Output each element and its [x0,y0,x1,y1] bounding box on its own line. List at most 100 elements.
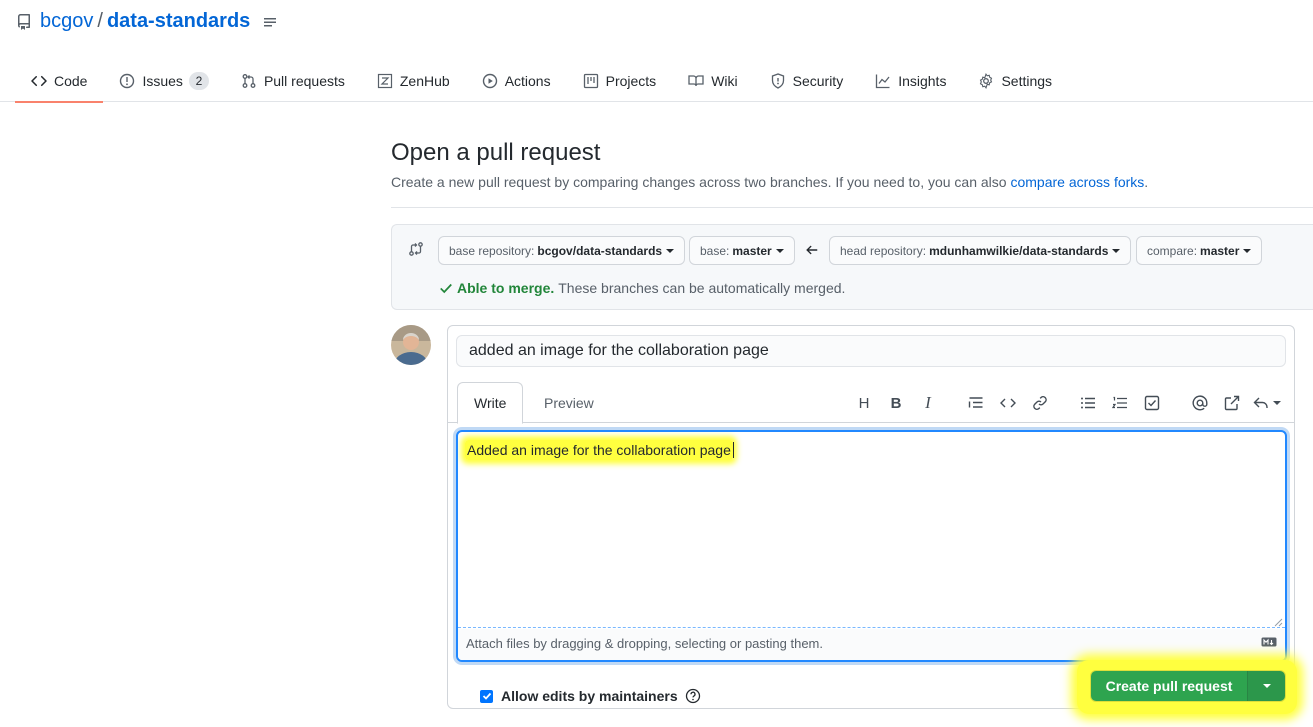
compare-icon [409,242,423,256]
compare-branch-value: master [1200,243,1240,258]
comment-body-field[interactable]: Added an image for the collaboration pag… [456,430,1287,662]
title-input[interactable] [456,335,1286,367]
shield-icon [771,73,784,89]
base-branch-select[interactable]: base: master [689,236,795,265]
base-branch-label: base: [700,243,730,258]
reference-button[interactable] [1216,390,1248,416]
mention-icon [1192,395,1208,411]
tab-write[interactable]: Write [457,382,524,424]
book-icon [688,75,704,87]
link-button[interactable] [1024,390,1056,416]
task-list-icon [1144,395,1160,411]
repo-separator: / [97,10,103,32]
zenhub-icon [377,73,392,89]
head-repository-label: head repository: [840,243,927,258]
check-icon [482,692,491,700]
task-list-button[interactable] [1136,390,1168,416]
tab-security[interactable]: Security [754,60,860,102]
code-icon [1000,398,1016,408]
gear-icon [980,73,993,89]
create-pull-request-button[interactable]: Create pull request [1091,671,1247,701]
tab-zenhub-label: ZenHub [399,73,450,89]
repo-tabs: Code Issues 2 Pull requests ZenHub Actio… [15,60,1068,103]
base-repository-value: bcgov/data-standards [537,243,663,258]
tab-settings-label: Settings [1001,73,1053,89]
issues-count-badge: 2 [188,72,209,90]
tab-insights[interactable]: Insights [859,60,962,102]
tab-pull-requests[interactable]: Pull requests [225,60,361,102]
unordered-list-button[interactable] [1072,390,1104,416]
allow-edits-option[interactable]: Allow edits by maintainers [480,688,701,704]
base-branch-value: master [732,243,772,258]
ordered-list-icon [1112,396,1127,409]
tab-pull-requests-label: Pull requests [263,73,345,89]
page-title: Open a pull request [391,139,601,166]
italic-button[interactable]: I [912,390,944,416]
tab-settings[interactable]: Settings [962,60,1068,102]
chevron-down-icon [1243,248,1252,253]
tab-projects[interactable]: Projects [567,60,673,102]
cross-reference-icon [1224,395,1240,411]
repo-owner-link[interactable]: bcgov [40,10,93,33]
chevron-down-icon [775,248,784,253]
compare-branch-select[interactable]: compare: master [1136,236,1263,265]
resize-grip-icon[interactable] [1274,618,1283,627]
compare-branch-label: compare: [1147,243,1198,258]
tab-security-label: Security [792,73,844,89]
chevron-down-icon [1273,401,1281,405]
create-pull-request-button-group: Create pull request [1090,670,1286,702]
compare-across-forks-link[interactable]: compare across forks [1010,174,1144,190]
ordered-list-button[interactable] [1104,390,1136,416]
attach-files-text: Attach files by dragging & dropping, sel… [466,636,823,651]
reply-icon [1253,397,1268,408]
tab-zenhub[interactable]: ZenHub [361,60,466,102]
chevron-down-icon [1112,248,1121,253]
tab-issues[interactable]: Issues 2 [103,60,224,102]
avatar-image [391,325,431,365]
repo-name-link[interactable]: data-standards [107,10,250,33]
chevron-down-icon [1262,684,1271,688]
tab-code[interactable]: Code [15,60,104,103]
check-icon [440,283,452,294]
code-icon [31,75,47,87]
tab-code-label: Code [54,73,88,89]
question-icon[interactable] [685,688,701,704]
comment-body-text: Added an image for the collaboration pag… [465,440,733,460]
markdown-toolbar: H B I [848,390,1286,416]
tab-wiki[interactable]: Wiki [672,60,753,102]
base-repository-select[interactable]: base repository: bcgov/data-standards [438,236,686,265]
bold-button[interactable]: B [880,390,912,416]
repo-title: bcgov / data-standards [16,10,286,33]
quote-button[interactable] [960,390,992,416]
pull-request-icon [242,74,256,88]
file-attachment-bar[interactable]: Attach files by dragging & dropping, sel… [458,629,1285,660]
allow-edits-checkbox[interactable] [480,689,493,703]
merge-status-ok: Able to merge. [457,280,555,296]
head-repository-select[interactable]: head repository: mdunhamwilkie/data-stan… [829,236,1132,265]
heading-button[interactable]: H [848,390,880,416]
tab-projects-label: Projects [605,73,657,89]
create-pull-request-dropdown[interactable] [1247,671,1285,701]
avatar[interactable] [391,325,431,365]
page-subtitle-end: . [1144,174,1149,190]
tab-actions[interactable]: Actions [466,60,567,102]
comment-body-textarea[interactable]: Added an image for the collaboration pag… [458,432,1285,628]
saved-replies-button[interactable] [1248,390,1286,416]
markdown-icon[interactable] [1261,637,1277,647]
chevron-down-icon [666,248,675,253]
repo-header: bcgov / data-standards Code Issues 2 Pul… [0,0,1313,103]
allow-edits-label: Allow edits by maintainers [501,688,678,704]
code-button[interactable] [992,390,1024,416]
tab-wiki-label: Wiki [711,73,738,89]
pull-request-composer: Write Preview H B I [447,325,1295,709]
play-icon [482,73,497,89]
unordered-list-icon [1081,397,1095,409]
graph-icon [876,74,890,89]
composer-tabnav: Write Preview H B I [448,382,1294,424]
tab-preview[interactable]: Preview [528,382,610,423]
bold-icon: B [890,394,902,412]
mention-button[interactable] [1184,390,1216,416]
issue-icon [120,73,135,89]
range-editor: base repository: bcgov/data-standards ba… [391,224,1313,310]
list-icon[interactable] [262,14,278,30]
